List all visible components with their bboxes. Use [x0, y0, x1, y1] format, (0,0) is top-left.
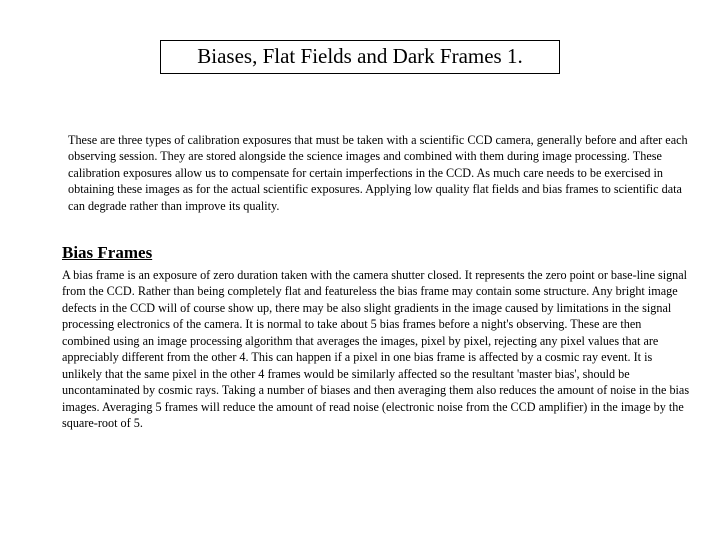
section-body-bias-frames: A bias frame is an exposure of zero dura… — [62, 267, 692, 432]
slide: Biases, Flat Fields and Dark Frames 1. T… — [0, 0, 720, 540]
page-title: Biases, Flat Fields and Dark Frames 1. — [160, 40, 560, 74]
intro-paragraph: These are three types of calibration exp… — [68, 132, 690, 214]
section-heading-bias-frames: Bias Frames — [62, 243, 152, 263]
